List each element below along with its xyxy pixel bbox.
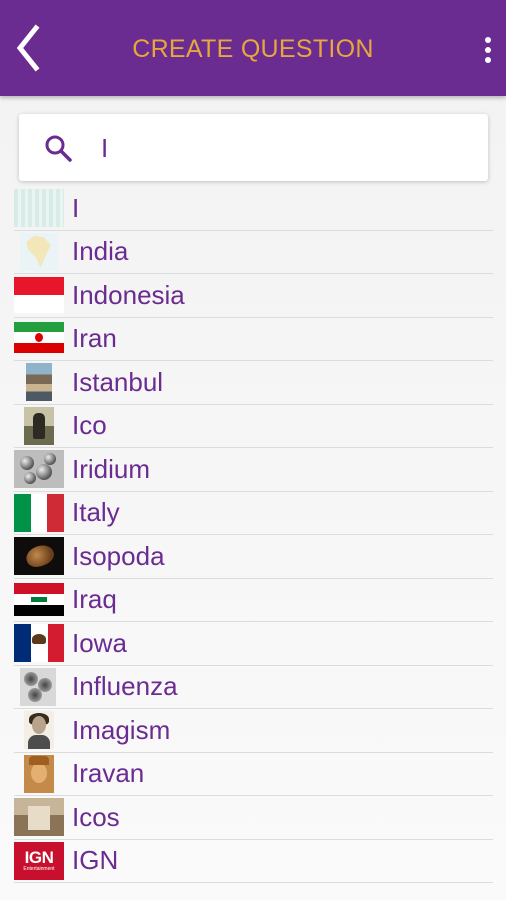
item-label: Iravan bbox=[72, 758, 145, 789]
list-item[interactable]: Isopoda bbox=[14, 535, 493, 579]
top-app-bar: CREATE QUESTION bbox=[0, 0, 506, 96]
search-box[interactable] bbox=[19, 114, 488, 181]
iravan-image bbox=[24, 754, 54, 793]
influenza-virus-image bbox=[20, 667, 56, 706]
icos-photo bbox=[14, 798, 64, 837]
item-label: Iridium bbox=[72, 453, 151, 484]
isopoda-photo bbox=[14, 537, 64, 576]
more-vertical-icon bbox=[485, 37, 491, 43]
item-label: IGN bbox=[72, 845, 119, 876]
list-item[interactable]: Italy bbox=[14, 492, 493, 535]
list-item[interactable]: Icos bbox=[14, 796, 493, 840]
list-item[interactable]: I bbox=[14, 187, 493, 231]
imagism-portrait bbox=[24, 711, 54, 750]
iran-flag bbox=[14, 320, 64, 358]
item-label: Imagism bbox=[72, 714, 171, 745]
list-item[interactable]: Indonesia bbox=[14, 274, 493, 318]
results-list: I India Indonesia Iran Istanbul Ico Irid… bbox=[14, 187, 493, 883]
grid-pattern-image bbox=[14, 189, 64, 228]
list-item[interactable]: Iravan bbox=[14, 753, 493, 796]
page-title: CREATE QUESTION bbox=[132, 35, 374, 63]
india-map-image bbox=[20, 232, 58, 271]
list-item[interactable]: Iraq bbox=[14, 579, 493, 622]
item-label: Indonesia bbox=[72, 279, 185, 310]
search-icon bbox=[45, 135, 72, 162]
item-label: I bbox=[72, 192, 80, 223]
istanbul-photo bbox=[26, 363, 52, 402]
item-label: Iowa bbox=[72, 627, 127, 658]
list-item[interactable]: Istanbul bbox=[14, 361, 493, 405]
indonesia-flag bbox=[14, 277, 64, 314]
list-item[interactable]: Imagism bbox=[14, 709, 493, 753]
list-item[interactable]: Ico bbox=[14, 405, 493, 448]
item-label: Istanbul bbox=[72, 366, 164, 397]
list-item[interactable]: IGN Entertainment IGN bbox=[14, 840, 493, 883]
iraq-flag bbox=[14, 581, 64, 619]
list-item[interactable]: Influenza bbox=[14, 666, 493, 709]
list-item[interactable]: Iridium bbox=[14, 448, 493, 492]
iridium-photo bbox=[14, 450, 64, 489]
item-label: Icos bbox=[72, 801, 120, 832]
italy-flag bbox=[14, 493, 64, 532]
iowa-flag bbox=[14, 624, 64, 663]
ico-cover-image bbox=[24, 406, 54, 445]
item-label: Influenza bbox=[72, 671, 178, 702]
ign-logo: IGN Entertainment bbox=[14, 841, 64, 880]
list-item[interactable]: Iowa bbox=[14, 622, 493, 666]
app-screen: CREATE QUESTION I India Indonesia Iran bbox=[0, 0, 506, 900]
item-label: Isopoda bbox=[72, 540, 165, 571]
search-input[interactable] bbox=[101, 128, 471, 168]
list-item[interactable]: India bbox=[14, 231, 493, 274]
list-item[interactable]: Iran bbox=[14, 318, 493, 361]
item-label: Italy bbox=[72, 497, 120, 528]
item-label: Iraq bbox=[72, 584, 117, 615]
item-label: Iran bbox=[72, 323, 117, 354]
item-label: Ico bbox=[72, 410, 107, 441]
overflow-menu-button[interactable] bbox=[478, 30, 498, 70]
item-label: India bbox=[72, 236, 129, 267]
